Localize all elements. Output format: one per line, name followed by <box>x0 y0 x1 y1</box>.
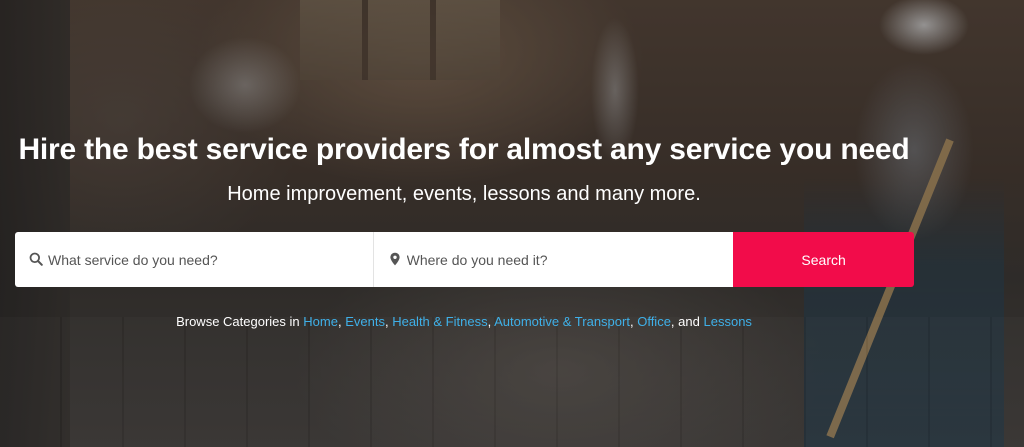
category-link-home[interactable]: Home <box>303 314 338 329</box>
search-form: Search <box>15 232 914 287</box>
service-input[interactable] <box>15 232 373 287</box>
category-separator: , <box>384 314 389 329</box>
browse-categories-prefix: Browse Categories in <box>176 314 300 329</box>
category-link-office[interactable]: Office <box>637 314 671 329</box>
category-separator: , <box>670 314 675 329</box>
category-separator: , <box>337 314 342 329</box>
category-link-events[interactable]: Events <box>345 314 385 329</box>
location-input[interactable] <box>373 232 734 287</box>
category-link-health-fitness[interactable]: Health & Fitness <box>392 314 487 329</box>
browse-categories: Browse Categories in Home, Events, Healt… <box>0 313 928 331</box>
search-icon <box>29 252 43 266</box>
service-field <box>15 232 374 287</box>
location-field <box>373 232 734 287</box>
category-link-lessons[interactable]: Lessons <box>704 314 752 329</box>
category-conjunction: and <box>678 314 700 329</box>
hero-section: Hire the best service providers for almo… <box>0 0 1024 447</box>
search-button[interactable]: Search <box>733 232 914 287</box>
hero-subheadline: Home improvement, events, lessons and ma… <box>227 183 701 205</box>
map-pin-icon <box>390 252 400 266</box>
hero-headline: Hire the best service providers for almo… <box>18 133 910 166</box>
hero-content: Hire the best service providers for almo… <box>0 0 1024 447</box>
category-separator: , <box>487 314 492 329</box>
category-separator: , <box>629 314 634 329</box>
category-link-automotive-transport[interactable]: Automotive & Transport <box>494 314 630 329</box>
